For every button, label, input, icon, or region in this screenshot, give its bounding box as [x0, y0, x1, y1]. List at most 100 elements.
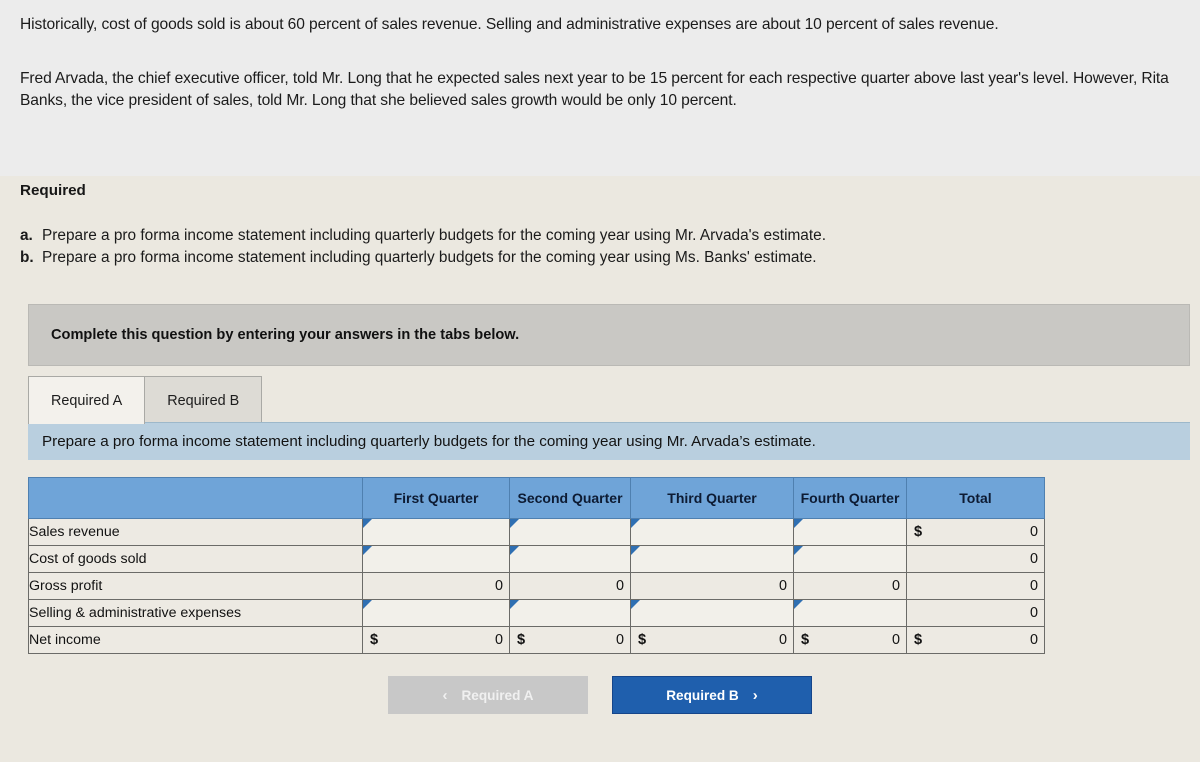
answer-tabs: Required A Required B: [28, 374, 263, 424]
computed-amount-cell: 0: [906, 572, 1045, 600]
currency-symbol: $: [517, 632, 526, 648]
required-item-b-text: Prepare a pro forma income statement inc…: [42, 248, 817, 266]
next-required-b-button[interactable]: Required B ›: [612, 676, 812, 714]
computed-amount-cell: $0: [906, 518, 1045, 546]
amount-value: 0: [1029, 551, 1038, 567]
cell-marker-triangle-icon: [363, 600, 372, 609]
amount-input-cell[interactable]: [630, 599, 794, 627]
table-body: Sales revenue $0 Cost of goods sold 0 Gross …: [28, 518, 1045, 654]
row-label: Gross profit: [28, 572, 363, 600]
amount-input-cell[interactable]: [362, 545, 510, 573]
row-label: Selling & administrative expenses: [28, 599, 363, 627]
tab-navigation-buttons: ‹ Required A Required B ›: [0, 676, 1200, 714]
cell-marker-triangle-icon: [631, 600, 640, 609]
computed-amount-cell: 0: [362, 572, 510, 600]
cell-marker-triangle-icon: [794, 546, 803, 555]
pro-forma-income-statement-table-wrapper: First Quarter Second Quarter Third Quart…: [28, 477, 1045, 654]
currency-symbol: $: [914, 524, 923, 540]
problem-paragraph-2: Fred Arvada, the chief executive officer…: [20, 69, 1169, 109]
computed-amount-cell: $0: [793, 626, 907, 654]
tab-instruction-text: Prepare a pro forma income statement inc…: [42, 433, 816, 450]
chevron-right-icon: ›: [752, 686, 758, 704]
cell-content: 0: [907, 573, 1044, 599]
amount-input-cell[interactable]: [793, 545, 907, 573]
amount-input-cell[interactable]: [509, 518, 631, 546]
amount-value: 0: [615, 632, 624, 648]
problem-paragraph-1: Historically, cost of goods sold is abou…: [20, 16, 999, 33]
table-header-row: First Quarter Second Quarter Third Quart…: [28, 477, 1045, 519]
row-label: Sales revenue: [28, 518, 363, 546]
cell-content: [794, 600, 906, 626]
complete-question-banner-text: Complete this question by entering your …: [51, 327, 520, 343]
required-item-b-marker: b.: [20, 248, 34, 266]
cell-marker-triangle-icon: [363, 519, 372, 528]
table-header-first-quarter: First Quarter: [362, 477, 510, 519]
cell-content: [510, 600, 630, 626]
previous-required-a-button[interactable]: ‹ Required A: [388, 676, 588, 714]
row-label: Net income: [28, 626, 363, 654]
tab-required-b-label: Required B: [167, 392, 240, 409]
table-header-second-quarter: Second Quarter: [509, 477, 631, 519]
amount-input-cell[interactable]: [630, 518, 794, 546]
tab-instruction-bar: Prepare a pro forma income statement inc…: [28, 422, 1190, 460]
amount-value: 0: [1029, 578, 1038, 594]
cell-content: 0: [631, 573, 793, 599]
cell-content: [363, 546, 509, 572]
amount-input-cell[interactable]: [362, 518, 510, 546]
row-label: Cost of goods sold: [28, 545, 363, 573]
amount-value: 0: [615, 578, 624, 594]
computed-amount-cell: 0: [793, 572, 907, 600]
cell-content: $0: [363, 627, 509, 653]
cell-content: 0: [363, 573, 509, 599]
cell-content: $0: [510, 627, 630, 653]
cell-content: $0: [631, 627, 793, 653]
problem-text-panel: Historically, cost of goods sold is abou…: [0, 0, 1200, 176]
currency-symbol: $: [914, 632, 923, 648]
computed-amount-cell: $0: [509, 626, 631, 654]
table-row: Sales revenue $0: [28, 518, 1045, 546]
amount-input-cell[interactable]: [509, 545, 631, 573]
computed-amount-cell: 0: [906, 599, 1045, 627]
amount-input-cell[interactable]: [793, 599, 907, 627]
cell-content: [363, 519, 509, 545]
cell-content: 0: [510, 573, 630, 599]
amount-value: 0: [494, 632, 503, 648]
cell-content: [631, 600, 793, 626]
cell-content: 0: [794, 573, 906, 599]
required-section: Required a. Prepare a pro forma income s…: [20, 182, 1180, 269]
cell-content: [631, 546, 793, 572]
cell-marker-triangle-icon: [510, 600, 519, 609]
cell-marker-triangle-icon: [510, 546, 519, 555]
table-header-third-quarter: Third Quarter: [630, 477, 794, 519]
amount-input-cell[interactable]: [630, 545, 794, 573]
complete-question-banner: Complete this question by entering your …: [28, 304, 1190, 366]
computed-amount-cell: $0: [906, 626, 1045, 654]
computed-amount-cell: $0: [362, 626, 510, 654]
table-header-total: Total: [906, 477, 1045, 519]
table-row: Selling & administrative expenses 0: [28, 599, 1045, 627]
cell-content: [794, 546, 906, 572]
amount-value: 0: [891, 578, 900, 594]
amount-input-cell[interactable]: [509, 599, 631, 627]
table-row: Gross profit 0 0 0 0 0: [28, 572, 1045, 600]
amount-value: 0: [778, 578, 787, 594]
amount-value: 0: [778, 632, 787, 648]
amount-input-cell[interactable]: [793, 518, 907, 546]
table-header-blank: [28, 477, 363, 519]
cell-content: [631, 519, 793, 545]
amount-input-cell[interactable]: [362, 599, 510, 627]
tab-required-a[interactable]: Required A: [28, 376, 146, 424]
table-row: Net income $0 $0 $0 $0 $0: [28, 626, 1045, 654]
required-item-a-text: Prepare a pro forma income statement inc…: [42, 227, 826, 244]
cell-content: $0: [907, 519, 1044, 545]
cell-content: [510, 519, 630, 545]
cell-marker-triangle-icon: [794, 600, 803, 609]
cell-marker-triangle-icon: [631, 519, 640, 528]
cell-content: $0: [794, 627, 906, 653]
required-heading: Required: [20, 182, 86, 199]
required-item-a: a. Prepare a pro forma income statement …: [20, 225, 1180, 247]
currency-symbol: $: [801, 632, 810, 648]
tab-required-a-label: Required A: [51, 392, 123, 409]
computed-amount-cell: $0: [630, 626, 794, 654]
tab-required-b[interactable]: Required B: [144, 376, 263, 424]
